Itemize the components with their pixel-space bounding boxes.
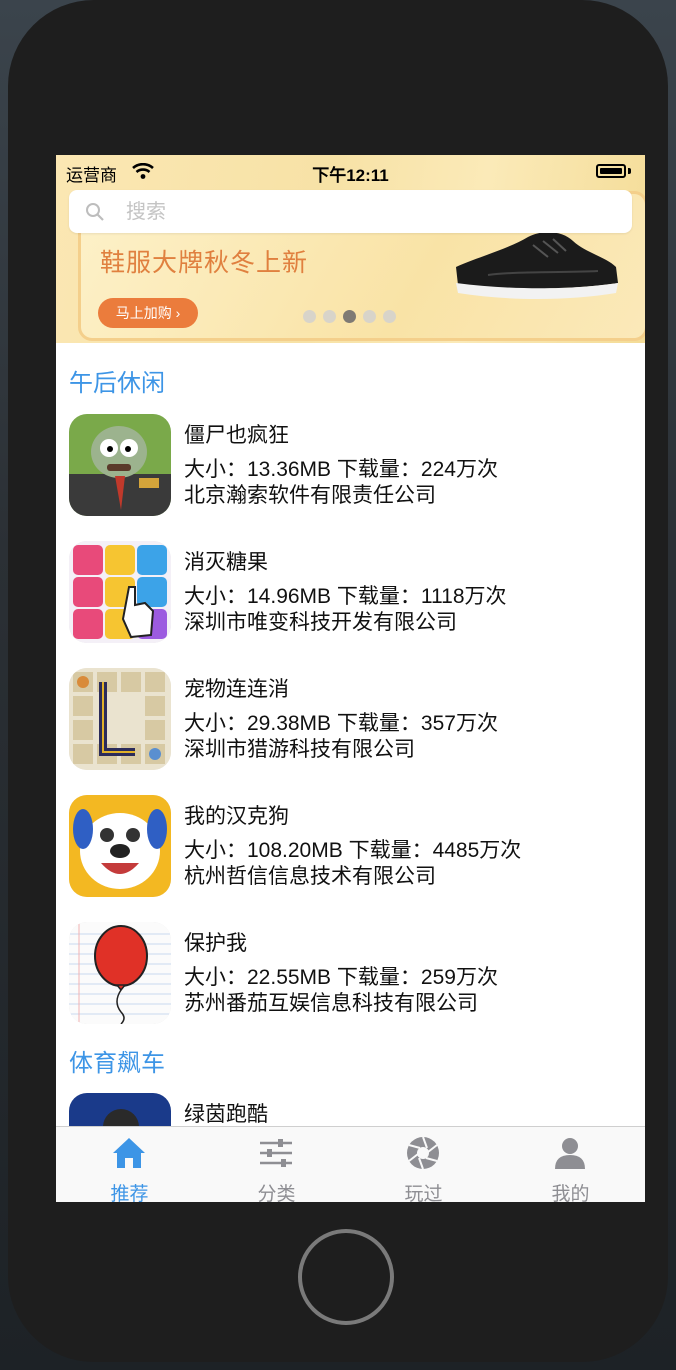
status-bar: 运营商 下午12:11 xyxy=(56,155,645,187)
section-title-leisure: 午后休闲 xyxy=(69,370,165,397)
app-downloads: 下载量：1118万次 xyxy=(336,585,507,608)
app-name: 保护我 xyxy=(184,932,247,955)
banner-cta-button[interactable]: 马上加购 › xyxy=(98,298,198,328)
app-meta: 大小：14.96MB 下载量：1118万次 深圳市唯变科技开发有限公司 xyxy=(184,584,507,636)
app-list-item[interactable]: 宠物连连消 大小：29.38MB 下载量：357万次 深圳市猎游科技有限公司 xyxy=(56,668,645,788)
app-meta: 大小：29.38MB 下载量：357万次 深圳市猎游科技有限公司 xyxy=(184,711,498,763)
battery-icon xyxy=(596,164,626,178)
app-size: 大小：13.36MB xyxy=(184,458,332,481)
sliders-icon xyxy=(260,1139,292,1167)
app-name: 消灭糖果 xyxy=(184,551,268,574)
home-icon xyxy=(113,1138,145,1168)
parkour-game-icon xyxy=(69,1093,171,1126)
app-size: 大小：108.20MB xyxy=(184,839,343,862)
tab-bar: 推荐 分类 玩过 我的 xyxy=(56,1126,645,1202)
app-size: 大小：14.96MB xyxy=(184,585,332,608)
app-list-item[interactable]: 消灭糖果 大小：14.96MB 下载量：1118万次 深圳市唯变科技开发有限公司 xyxy=(56,541,645,661)
carousel-dot[interactable] xyxy=(383,310,396,323)
carousel-dot[interactable] xyxy=(303,310,316,323)
app-developer: 杭州哲信信息技术有限公司 xyxy=(184,865,436,888)
banner-headline: 鞋服大牌秋冬上新 xyxy=(100,249,309,277)
carousel-indicators xyxy=(303,310,396,323)
game-list[interactable]: 午后休闲 僵尸也疯狂 大小：13.36MB 下载量：224万次 北京瀚索软件有限… xyxy=(56,343,645,1126)
app-developer: 北京瀚索软件有限责任公司 xyxy=(184,484,436,507)
app-downloads: 下载量：357万次 xyxy=(336,712,498,735)
app-size: 大小：29.38MB xyxy=(184,712,332,735)
promo-banner[interactable]: 鞋服大牌秋冬上新 马上加购 › 运营商 下午12:11 搜索 xyxy=(56,155,645,343)
search-bar[interactable] xyxy=(69,190,632,235)
app-developer: 苏州番茄互娱信息科技有限公司 xyxy=(184,992,478,1015)
user-icon xyxy=(555,1138,585,1169)
battery-tip xyxy=(628,168,631,174)
tab-label: 我的 xyxy=(551,1184,590,1202)
app-screen: 鞋服大牌秋冬上新 马上加购 › 运营商 下午12:11 搜索 午后休闲 僵尸也疯… xyxy=(56,155,645,1202)
tab-recommend[interactable]: 推荐 xyxy=(56,1127,203,1202)
hank-dog-game-icon xyxy=(69,795,171,897)
app-name: 僵尸也疯狂 xyxy=(184,424,289,447)
tab-played[interactable]: 玩过 xyxy=(350,1127,497,1202)
app-developer: 深圳市唯变科技开发有限公司 xyxy=(184,611,457,634)
section-title-racing: 体育飙车 xyxy=(69,1050,165,1077)
pet-match-game-icon xyxy=(69,668,171,770)
search-icon xyxy=(86,203,104,221)
app-size: 大小：22.55MB xyxy=(184,966,332,989)
app-list-item[interactable]: 僵尸也疯狂 大小：13.36MB 下载量：224万次 北京瀚索软件有限责任公司 xyxy=(56,414,645,534)
search-input[interactable] xyxy=(124,190,618,235)
app-list-item[interactable]: 我的汉克狗 大小：108.20MB 下载量：4485万次 杭州哲信信息技术有限公… xyxy=(56,795,645,915)
app-downloads: 下载量：259万次 xyxy=(336,966,498,989)
app-downloads: 下载量：224万次 xyxy=(336,458,498,481)
app-developer: 深圳市猎游科技有限公司 xyxy=(184,738,415,761)
tab-label: 推荐 xyxy=(110,1184,149,1202)
carousel-dot-active[interactable] xyxy=(343,310,356,323)
tab-label: 玩过 xyxy=(404,1184,443,1202)
carousel-dot[interactable] xyxy=(363,310,376,323)
balloon-game-icon xyxy=(69,922,171,1024)
tab-mine[interactable]: 我的 xyxy=(497,1127,644,1202)
app-meta: 大小：22.55MB 下载量：259万次 苏州番茄互娱信息科技有限公司 xyxy=(184,965,498,1017)
app-name: 绿茵跑酷 xyxy=(184,1103,268,1126)
tab-category[interactable]: 分类 xyxy=(203,1127,350,1202)
app-meta: 大小：108.20MB 下载量：4485万次 杭州哲信信息技术有限公司 xyxy=(184,838,521,890)
app-meta: 大小：13.36MB 下载量：224万次 北京瀚索软件有限责任公司 xyxy=(184,457,498,509)
app-downloads: 下载量：4485万次 xyxy=(348,839,522,862)
tab-label: 分类 xyxy=(257,1184,296,1202)
app-list-item[interactable]: 保护我 大小：22.55MB 下载量：259万次 苏州番茄互娱信息科技有限公司 xyxy=(56,922,645,1042)
aperture-icon xyxy=(407,1136,439,1170)
candy-game-icon xyxy=(69,541,171,643)
app-name: 我的汉克狗 xyxy=(184,805,289,828)
app-name: 宠物连连消 xyxy=(184,678,289,701)
clock: 下午12:11 xyxy=(312,166,389,185)
home-button[interactable] xyxy=(298,1229,394,1325)
phone-frame: 鞋服大牌秋冬上新 马上加购 › 运营商 下午12:11 搜索 午后休闲 僵尸也疯… xyxy=(8,0,668,1362)
sneaker-image xyxy=(456,232,618,299)
carousel-dot[interactable] xyxy=(323,310,336,323)
zombie-game-icon xyxy=(69,414,171,516)
app-list-item[interactable]: 绿茵跑酷 xyxy=(56,1093,645,1126)
